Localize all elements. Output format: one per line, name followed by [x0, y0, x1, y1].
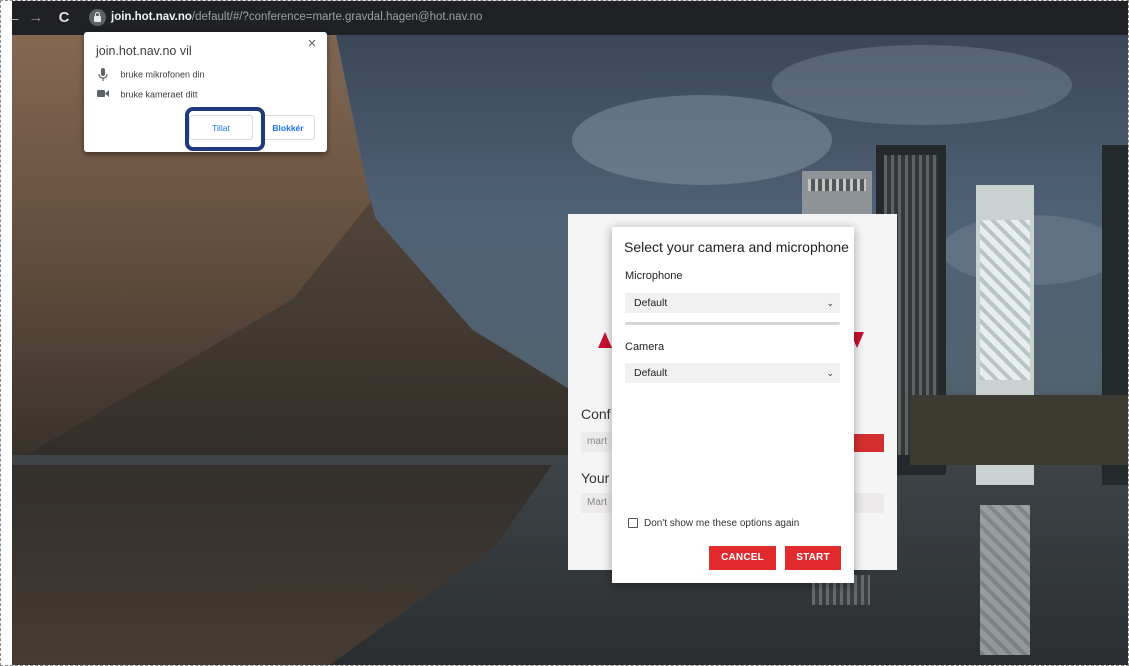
- conference-input[interactable]: mart: [581, 432, 611, 452]
- allow-button-highlight: [185, 107, 265, 151]
- camera-icon: [96, 88, 110, 102]
- camera-select[interactable]: Default ⌄: [625, 363, 840, 383]
- camera-label: Camera: [625, 341, 665, 353]
- chevron-down-icon: ⌄: [826, 368, 834, 378]
- lock-icon[interactable]: [89, 9, 106, 26]
- permission-item-label: bruke kameraet ditt: [120, 89, 198, 100]
- start-button[interactable]: START: [785, 546, 841, 570]
- url-path: /default/#/?conference=marte.gravdal.hag…: [191, 11, 483, 23]
- address-bar[interactable]: join.hot.nav.no/default/#/?conference=ma…: [79, 6, 519, 29]
- microphone-select[interactable]: Default ⌄: [625, 293, 840, 313]
- permission-item-microphone: bruke mikrofonen din: [96, 67, 205, 81]
- name-input-right[interactable]: [854, 493, 884, 513]
- device-selection-dialog: Select your camera and microphone Microp…: [612, 227, 854, 583]
- dont-show-label: Don't show me these options again: [644, 518, 800, 529]
- cancel-button[interactable]: CANCEL: [709, 546, 776, 570]
- close-icon[interactable]: ×: [305, 36, 319, 51]
- conference-action-button[interactable]: [854, 434, 884, 452]
- microphone-icon: [96, 67, 110, 82]
- back-arrow-icon[interactable]: ←: [6, 10, 22, 26]
- camera-select-value: Default: [634, 367, 668, 379]
- forward-arrow-icon[interactable]: →: [28, 10, 44, 26]
- conference-label: Conf: [581, 406, 611, 422]
- dialog-title: Select your camera and microphone: [624, 239, 849, 255]
- screenshot-frame: ← → C join.hot.nav.no/default/#/?confere…: [0, 0, 1129, 666]
- microphone-label: Microphone: [625, 270, 683, 282]
- url-text: join.hot.nav.no/default/#/?conference=ma…: [111, 6, 482, 29]
- chevron-down-icon: ⌄: [826, 298, 834, 308]
- url-host: join.hot.nav.no: [111, 11, 192, 23]
- microphone-level-meter: [625, 322, 840, 325]
- reload-icon[interactable]: C: [56, 10, 72, 26]
- your-name-input[interactable]: Mart: [581, 493, 611, 513]
- logo-left-mark: [598, 332, 612, 348]
- block-button[interactable]: Blokkér: [261, 115, 315, 140]
- dont-show-checkbox[interactable]: Don't show me these options again: [628, 518, 799, 529]
- permission-title: join.hot.nav.no vil: [96, 44, 192, 58]
- permission-item-label: bruke mikrofonen din: [120, 69, 205, 80]
- browser-toolbar: ← → C join.hot.nav.no/default/#/?confere…: [7, 1, 1128, 35]
- your-name-label: Your: [581, 470, 610, 486]
- microphone-select-value: Default: [634, 297, 668, 309]
- checkbox-box[interactable]: [628, 518, 638, 529]
- permission-item-camera: bruke kameraet ditt: [96, 87, 198, 101]
